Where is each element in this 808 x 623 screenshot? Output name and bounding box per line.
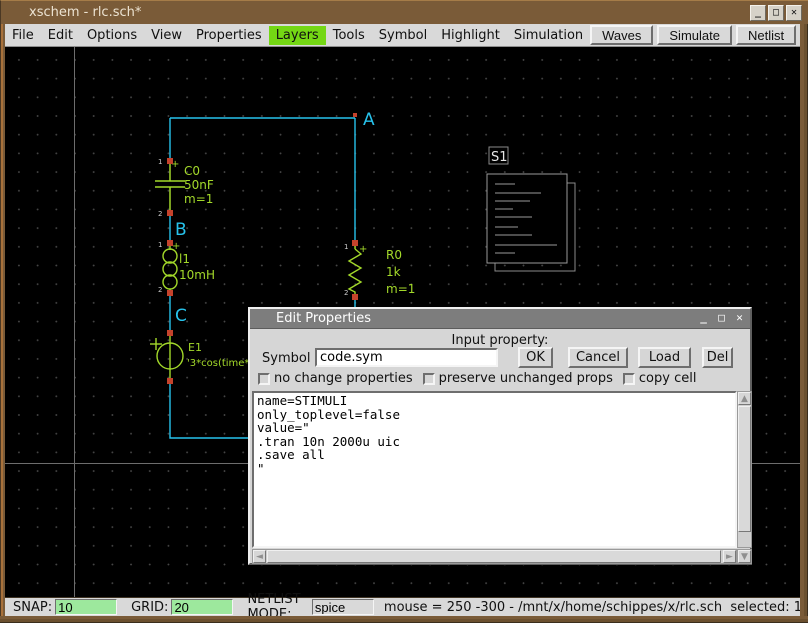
window-border-left [0,24,5,623]
load-button[interactable]: Load [638,347,691,368]
copy-cell-label: copy cell [639,371,697,386]
window-border-right [800,24,808,623]
svg-text:2: 2 [158,286,162,294]
menu-item-options[interactable]: Options [80,26,144,45]
code-symbol-s1[interactable]: S1 [487,147,575,271]
capacitor-c0[interactable]: + 1 2 C0 50nF m=1 [155,158,214,218]
edit-properties-dialog: Edit Properties _ □ ✕ Input property: Sy… [248,307,752,565]
snap-input[interactable] [55,599,117,615]
input-property-label: Input property: [250,333,750,348]
copy-cell-checkbox[interactable] [623,373,635,385]
menu-item-view[interactable]: View [144,26,189,45]
window-border-bottom [0,616,808,623]
grid-label: GRID: [131,600,168,615]
source-name: E1 [188,341,202,354]
window-titlebar: xschem - rlc.sch* _ □ ✕ [0,0,808,24]
svg-text:+: + [359,244,367,255]
scrollbar-corner[interactable]: ▼ [737,549,752,564]
source-e1[interactable]: E1 '3*cos(time*ti [150,333,256,381]
vertical-scrollbar[interactable]: ▲ [737,391,752,548]
scroll-up-icon[interactable]: ▲ [738,392,751,405]
inductor-l1[interactable]: + 1 2 l1 10mH [158,241,215,294]
dialog-minimize-icon[interactable]: _ [697,311,710,324]
horizontal-scrollbar-thumb[interactable] [267,550,721,563]
menubar: File Edit Options View Properties Layers… [5,24,800,46]
svg-text:+: + [172,241,180,252]
snap-label: SNAP: [13,600,52,615]
statusbar: SNAP: GRID: NETLIST MODE: mouse = 250 -3… [5,597,802,616]
code-symbol-label: S1 [491,150,508,165]
dialog-maximize-icon[interactable]: □ [715,311,728,324]
svg-text:2: 2 [344,289,348,297]
preserve-unchanged-props-checkbox[interactable] [423,373,435,385]
menu-item-highlight[interactable]: Highlight [434,26,507,45]
inductor-name: l1 [179,252,190,266]
minimize-icon[interactable]: _ [750,5,766,21]
resistor-name: R0 [386,248,402,262]
mouse-status-text: mouse = 250 -300 - /mnt/x/home/schippes/… [384,600,802,615]
resistor-value: 1k [386,265,401,279]
horizontal-scrollbar[interactable]: ◄ ► [252,549,737,564]
preserve-unchanged-props-label: preserve unchanged props [439,371,613,386]
symbol-input[interactable] [315,348,498,367]
scroll-right-icon[interactable]: ► [723,550,736,563]
menu-item-file[interactable]: File [5,26,41,45]
menu-item-layers[interactable]: Layers [269,26,326,45]
svg-text:1: 1 [158,241,162,249]
resistor-r0[interactable]: + 1 2 R0 1k m=1 [344,243,415,297]
resistor-mult: m=1 [386,282,415,296]
property-text-area[interactable]: name=STIMULI only_toplevel=false value="… [252,391,737,548]
grid-input[interactable] [171,599,233,615]
schematic-canvas[interactable]: + 1 2 C0 50nF m=1 + 1 2 l1 [5,46,800,597]
node-label-b[interactable]: B [175,220,187,240]
node-label-c[interactable]: C [175,306,187,326]
menu-item-simulation[interactable]: Simulation [507,26,590,45]
checkbox-row: no change properties preserve unchanged … [258,371,696,386]
close-icon[interactable]: ✕ [786,5,802,21]
menu-item-properties[interactable]: Properties [189,26,269,45]
waves-button[interactable]: Waves [590,25,653,45]
ok-button[interactable]: OK [518,347,553,368]
dialog-titlebar[interactable]: Edit Properties _ □ ✕ [250,309,750,329]
vertical-scrollbar-thumb[interactable] [738,406,751,532]
inductor-value: 10mH [179,268,215,282]
simulate-button[interactable]: Simulate [657,25,732,45]
menu-item-symbol[interactable]: Symbol [372,26,434,45]
capacitor-value: 50nF [184,178,214,192]
capacitor-name: C0 [184,164,200,178]
netlist-mode-input[interactable] [312,599,374,615]
svg-text:1: 1 [158,158,162,166]
xschem-window: xschem - rlc.sch* _ □ ✕ File Edit Option… [0,0,808,623]
capacitor-mult: m=1 [184,192,213,206]
window-title: xschem - rlc.sch* [29,5,141,20]
no-change-properties-checkbox[interactable] [258,373,270,385]
menu-item-tools[interactable]: Tools [326,26,372,45]
node-label-a[interactable]: A [363,110,375,130]
dialog-close-icon[interactable]: ✕ [733,311,746,324]
symbol-label: Symbol [262,351,310,366]
dialog-title: Edit Properties [276,311,371,326]
no-change-properties-label: no change properties [274,371,413,386]
maximize-icon[interactable]: □ [768,5,784,21]
scroll-down-icon[interactable]: ▼ [738,550,751,563]
svg-text:1: 1 [344,243,348,251]
del-button[interactable]: Del [702,347,733,368]
source-value: '3*cos(time*ti [187,358,256,369]
netlist-button[interactable]: Netlist [736,25,796,45]
menu-item-edit[interactable]: Edit [41,26,80,45]
cancel-button[interactable]: Cancel [568,347,628,368]
svg-text:2: 2 [158,210,162,218]
